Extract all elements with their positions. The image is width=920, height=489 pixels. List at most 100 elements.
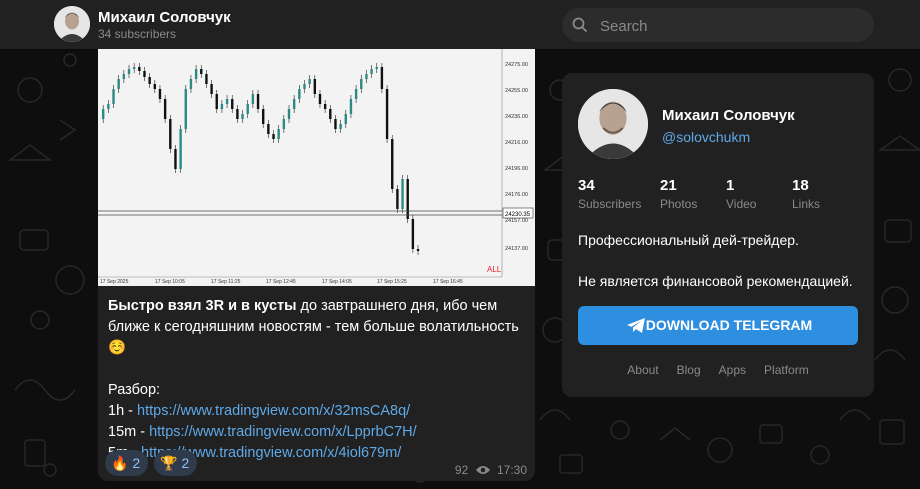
footer-link-apps[interactable]: Apps xyxy=(719,363,746,377)
candle-body xyxy=(179,129,182,169)
footer-link-platform[interactable]: Platform xyxy=(764,363,809,377)
candle-body xyxy=(236,109,239,119)
candle-body xyxy=(225,99,229,104)
candle-body xyxy=(313,79,317,94)
candle-body xyxy=(148,77,151,84)
candle-body xyxy=(138,67,141,71)
post-paragraph: Быстро взял 3R и в кусты до завтрашнего … xyxy=(108,296,528,359)
candle-body xyxy=(375,67,378,69)
profile-avatar[interactable] xyxy=(578,89,648,159)
candle-body xyxy=(401,179,404,209)
profile-name: Михаил Соловчук xyxy=(662,107,795,124)
channel-avatar[interactable] xyxy=(54,6,90,42)
link-1h[interactable]: https://www.tradingview.com/x/32msCA8q/ xyxy=(137,403,410,419)
candle-body xyxy=(246,104,249,114)
link-line-15m: 15m - https://www.tradingview.com/x/Lppr… xyxy=(108,422,528,443)
candle-body xyxy=(370,69,373,74)
stat-value: 34 xyxy=(578,177,595,194)
candle-body xyxy=(174,149,177,169)
breakdown-label: Разбор: xyxy=(108,382,161,398)
reaction-count: 2 xyxy=(181,455,190,471)
stat-value: 21 xyxy=(660,177,677,194)
candle-body xyxy=(132,67,136,69)
candle-body xyxy=(122,74,126,79)
candle-body xyxy=(365,74,368,79)
candle-body xyxy=(380,67,384,89)
candle-body xyxy=(391,139,394,189)
footer-link-about[interactable]: About xyxy=(627,363,658,377)
stat-label: Video xyxy=(726,197,757,211)
link-15m[interactable]: https://www.tradingview.com/x/LpprbC7H/ xyxy=(149,424,417,440)
candle-body xyxy=(231,99,234,109)
footer-links: About Blog Apps Platform xyxy=(562,363,874,377)
candle-body xyxy=(215,94,218,109)
price-tick-label: 24236.00 xyxy=(505,114,528,120)
time-tick-label: 17 Sep 16:45 xyxy=(433,279,463,285)
footer-link-blog[interactable]: Blog xyxy=(677,363,701,377)
post-time: 17:30 xyxy=(496,462,527,477)
candle-body xyxy=(194,69,198,79)
candle-body xyxy=(127,69,131,74)
stat-label: Links xyxy=(792,197,821,211)
post-body: Быстро взял 3R и в кусты до завтрашнего … xyxy=(108,296,528,464)
candle-body xyxy=(396,189,399,209)
price-tick-label: 24137.00 xyxy=(505,246,528,252)
candle-body xyxy=(282,119,286,129)
current-price-label: 24230.35 xyxy=(505,212,531,218)
price-tick-label: 24176.00 xyxy=(505,192,528,198)
candle-body xyxy=(323,104,327,109)
candle-body xyxy=(308,79,311,84)
candle-body xyxy=(189,79,193,89)
channel-name[interactable]: Михаил Соловчук xyxy=(98,9,231,26)
top-bar: Михаил Соловчук 34 subscribers xyxy=(0,0,920,49)
download-telegram-button[interactable]: DOWNLOAD TELEGRAM xyxy=(578,306,858,345)
price-tick-label: 24255.00 xyxy=(505,88,528,94)
search-input[interactable] xyxy=(598,8,862,44)
eye-icon xyxy=(475,465,490,474)
time-tick-label: 17 Sep 15:25 xyxy=(377,279,407,285)
stat-label: Photos xyxy=(660,197,698,211)
profile-username[interactable]: @solovchukm xyxy=(662,129,750,145)
stat-label: Subscribers xyxy=(578,197,642,211)
search-box[interactable] xyxy=(562,8,874,44)
view-count: 92 xyxy=(454,462,469,477)
candle-body xyxy=(339,124,342,129)
reaction-fire[interactable]: 🔥 2 xyxy=(105,450,149,476)
reactions-bar: 🔥 2 🏆 2 xyxy=(105,450,203,476)
candle-body xyxy=(411,219,415,249)
price-tick-label: 24157.00 xyxy=(505,218,528,224)
link-line-1h: 1h - https://www.tradingview.com/x/32msC… xyxy=(108,401,528,422)
stat-value: 1 xyxy=(726,177,735,194)
chart-badge: ALL xyxy=(487,265,502,274)
candle-body xyxy=(158,89,162,99)
candle-body xyxy=(354,89,358,99)
candle-body xyxy=(200,69,203,74)
link-prefix: 1h - xyxy=(108,403,138,419)
candle-body xyxy=(220,104,224,109)
candle-body xyxy=(385,89,389,139)
candle-body xyxy=(184,89,187,129)
candle-body xyxy=(153,84,157,89)
reaction-count: 2 xyxy=(132,455,141,471)
link-prefix: 15m - xyxy=(108,424,150,440)
post-bold-text: Быстро взял 3R и в кусты xyxy=(108,298,297,314)
time-tick-label: 17 Sep 2025 xyxy=(100,279,129,285)
price-tick-label: 24275.00 xyxy=(505,62,528,68)
stat-links: 18 Links xyxy=(792,177,820,211)
reaction-trophy[interactable]: 🏆 2 xyxy=(154,450,198,476)
candle-body xyxy=(334,119,337,129)
candle-body xyxy=(241,114,244,119)
stat-subscribers: 34 Subscribers xyxy=(578,177,641,211)
candle-body xyxy=(298,89,301,99)
price-tick-label: 24216.00 xyxy=(505,140,528,146)
candle-body xyxy=(267,124,270,134)
candle-body xyxy=(205,74,208,84)
post-chart-image[interactable]: 24275.00 24255.00 24236.00 24216.00 24196.00… xyxy=(98,49,535,286)
search-icon xyxy=(572,17,588,33)
stat-value: 18 xyxy=(792,177,809,194)
profile-description-line-1: Профессиональный дей-трейдер. xyxy=(578,232,799,248)
candle-body xyxy=(107,104,110,109)
candle-body xyxy=(287,109,291,119)
candle-body xyxy=(272,134,275,139)
candle-body xyxy=(406,179,409,219)
